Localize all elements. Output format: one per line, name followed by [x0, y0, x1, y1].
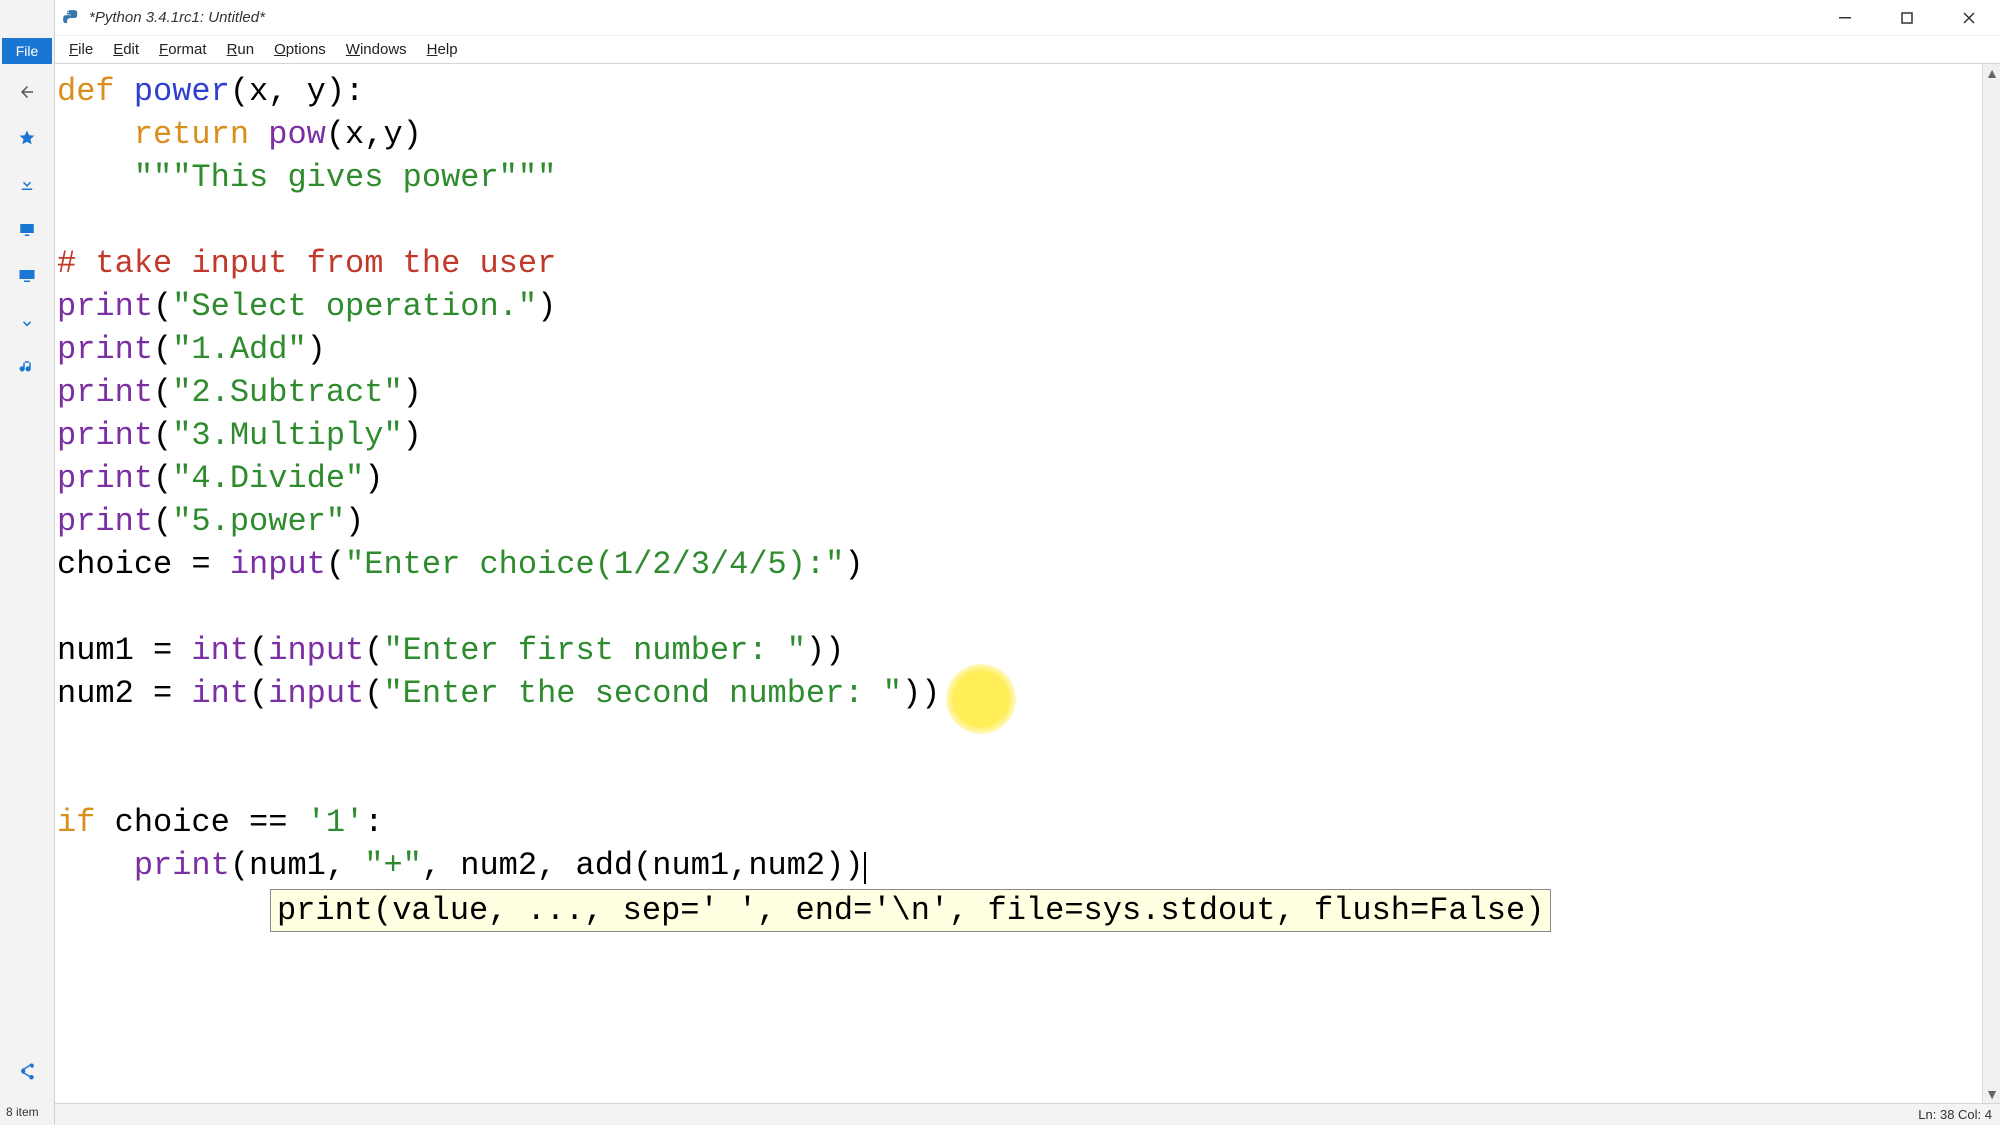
menu-edit[interactable]: Edit [103, 39, 149, 60]
scroll-down-icon[interactable]: ▼ [1983, 1085, 2000, 1103]
monitor-icon[interactable] [13, 262, 41, 290]
menu-format[interactable]: Format [149, 39, 217, 60]
menu-run[interactable]: Run [217, 39, 265, 60]
code-text[interactable]: def power(x, y): return pow(x,y) """This… [55, 64, 1982, 1103]
menu-file[interactable]: File [59, 39, 103, 60]
download-icon[interactable] [13, 170, 41, 198]
menu-windows[interactable]: Windows [336, 39, 417, 60]
close-button[interactable] [1938, 0, 2000, 36]
item-count-label: 8 item [6, 1105, 39, 1119]
status-bar: Ln: 38 Col: 4 [55, 1103, 2000, 1125]
os-left-panel: File 8 item [0, 0, 55, 1125]
cursor-position-label: Ln: 38 Col: 4 [1918, 1107, 1992, 1122]
maximize-button[interactable] [1876, 0, 1938, 36]
title-bar: *Python 3.4.1rc1: Untitled* [55, 0, 2000, 36]
menu-bar: File Edit Format Run Options Windows Hel… [55, 36, 2000, 64]
window-title: *Python 3.4.1rc1: Untitled* [89, 9, 265, 26]
code-editor-area[interactable]: def power(x, y): return pow(x,y) """This… [55, 64, 2000, 1103]
star-icon[interactable] [13, 124, 41, 152]
python-icon [61, 8, 81, 28]
arrow-down-icon[interactable] [13, 308, 41, 336]
back-arrow-icon[interactable] [13, 78, 41, 106]
explorer-file-button[interactable]: File [2, 38, 52, 64]
scroll-up-icon[interactable]: ▲ [1983, 64, 2000, 82]
idle-editor-window: *Python 3.4.1rc1: Untitled* File Edit Fo… [55, 0, 2000, 1125]
menu-help[interactable]: Help [417, 39, 468, 60]
minimize-button[interactable] [1814, 0, 1876, 36]
share-icon[interactable] [13, 1057, 41, 1085]
menu-options[interactable]: Options [264, 39, 336, 60]
calltip-tooltip: print(value, ..., sep=' ', end='\n', fil… [270, 889, 1551, 932]
desktop-icon[interactable] [13, 216, 41, 244]
vertical-scrollbar[interactable]: ▲ ▼ [1982, 64, 2000, 1103]
music-icon[interactable] [13, 354, 41, 382]
